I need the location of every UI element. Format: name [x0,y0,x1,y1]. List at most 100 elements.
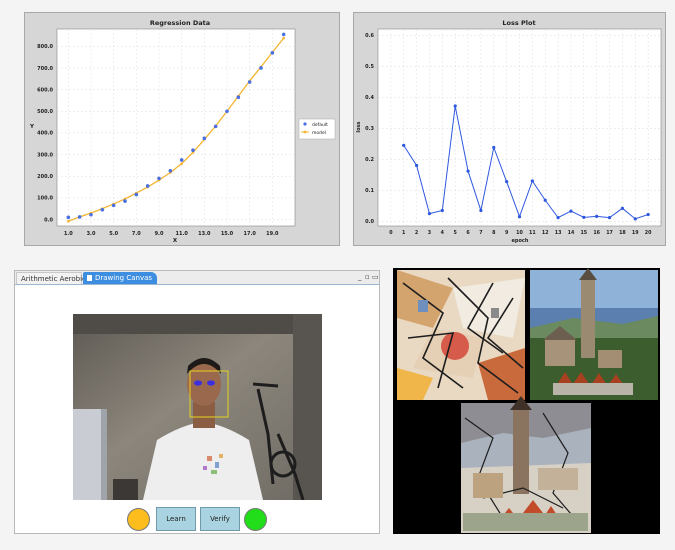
model-point [67,219,70,223]
content-photo-image [530,268,658,400]
loss-point [517,215,522,219]
data-point [191,148,195,153]
app-window: Arithmetic Aerobics Drawing Canvas _ ▫ ▭ [14,270,380,534]
loss-point [505,180,509,184]
tab-drawing-canvas[interactable]: Drawing Canvas [83,272,157,284]
data-point [179,158,184,162]
loss-point [620,206,625,210]
document-icon [87,275,92,281]
loss-point [607,216,612,220]
data-point [259,66,263,70]
loss-point [556,216,560,220]
x-tick-label: 8 [492,230,496,236]
minimize-icon[interactable]: _ [358,272,362,282]
status-indicator-left [127,508,150,531]
loss-point [466,169,470,173]
learn-button[interactable]: Learn [156,507,196,531]
y-tick-label: 0.5 [365,64,374,70]
verify-button[interactable]: Verify [200,507,240,531]
x-tick-label: 3.0 [87,231,96,237]
data-point [145,184,150,188]
data-point [100,207,105,212]
y-tick-label: 0.0 [44,217,53,223]
x-tick-label: 18 [619,230,626,236]
x-axis-label: epoch [512,238,529,244]
loss-point [582,215,586,219]
style-transfer-collage [393,268,660,534]
data-point [225,109,229,114]
chart-title: Loss Plot [502,19,535,27]
status-indicator-right [244,508,267,531]
regression-chart-panel: Regression Data 0.0 100.0 200.0 300.0 400.0 5… [24,12,340,246]
data-point [77,215,82,219]
plot-area [56,28,296,227]
data-point [213,124,218,129]
style-transfer-images [397,268,658,533]
loss-point [543,198,547,202]
x-tick-label: 17.0 [243,231,256,237]
x-tick-label: 0 [389,230,393,236]
x-tick-label: 3 [428,230,431,236]
x-tick-label: 11.0 [175,231,188,237]
legend-marker-model [303,130,307,134]
x-tick-label: 1.0 [64,231,73,237]
chart-title: Regression Data [150,19,210,27]
y-tick-label: 0.4 [365,95,374,101]
data-point [157,176,161,181]
loss-point [440,208,444,213]
x-tick-label: 13 [555,230,562,236]
style-artwork-image [397,270,525,400]
data-point [247,80,252,84]
loss-point [595,214,599,218]
x-tick-label: 5 [454,230,457,236]
data-point [168,168,173,173]
model-point [180,162,183,165]
x-tick-label: 15 [580,230,587,236]
legend-marker-default [303,122,307,126]
x-tick-label: 15.0 [221,231,234,237]
y-tick-label: 400.0 [37,131,53,137]
x-tick-label: 9.0 [155,231,164,237]
legend-label-default: default [312,122,328,128]
y-tick-label: 100.0 [37,196,53,202]
maximize-icon[interactable]: ▫ [365,272,370,282]
control-bar: Learn Verify [15,507,379,533]
eye-left [194,380,202,386]
data-point [111,203,116,208]
x-tick-label: 7 [479,230,482,236]
x-tick-label: 12 [542,230,549,236]
y-tick-label: 200.0 [37,174,53,180]
y-tick-label: 0.3 [365,126,374,132]
clock-tower [581,278,595,358]
x-axis-label: X [173,238,178,244]
x-tick-label: 19.0 [266,231,279,237]
x-tick-label: 13.0 [198,231,211,237]
data-point [89,212,93,217]
eye-right [207,380,215,386]
y-tick-label: 500.0 [37,109,53,115]
tab-arithmetic-aerobics[interactable]: Arithmetic Aerobics [16,272,90,284]
webcam-view [73,314,322,500]
data-point [123,199,127,203]
data-point [270,51,275,55]
x-tick-label: 1 [402,230,405,236]
loss-point [414,163,419,168]
y-tick-label: 600.0 [37,87,53,93]
tab-bar: Arithmetic Aerobics Drawing Canvas _ ▫ ▭ [15,271,379,285]
x-tick-label: 5.0 [109,231,118,237]
data-point [66,215,71,220]
loss-point [479,208,483,213]
regression-chart: Regression Data 0.0 100.0 200.0 300.0 400.0 5… [29,19,336,244]
x-tick-label: 4 [441,230,445,236]
x-tick-label: 6 [466,230,470,236]
y-axis-label: loss [356,121,362,132]
x-tick-label: 19 [632,230,639,236]
y-tick-label: 300.0 [37,152,53,158]
data-point [236,95,241,99]
loss-point [530,179,534,183]
y-tick-label: 0.1 [365,188,374,194]
stylized-output-image [461,396,591,533]
tab-label: Arithmetic Aerobics [21,275,90,283]
x-tick-label: 7.0 [132,231,141,237]
restore-icon[interactable]: ▭ [372,272,379,282]
